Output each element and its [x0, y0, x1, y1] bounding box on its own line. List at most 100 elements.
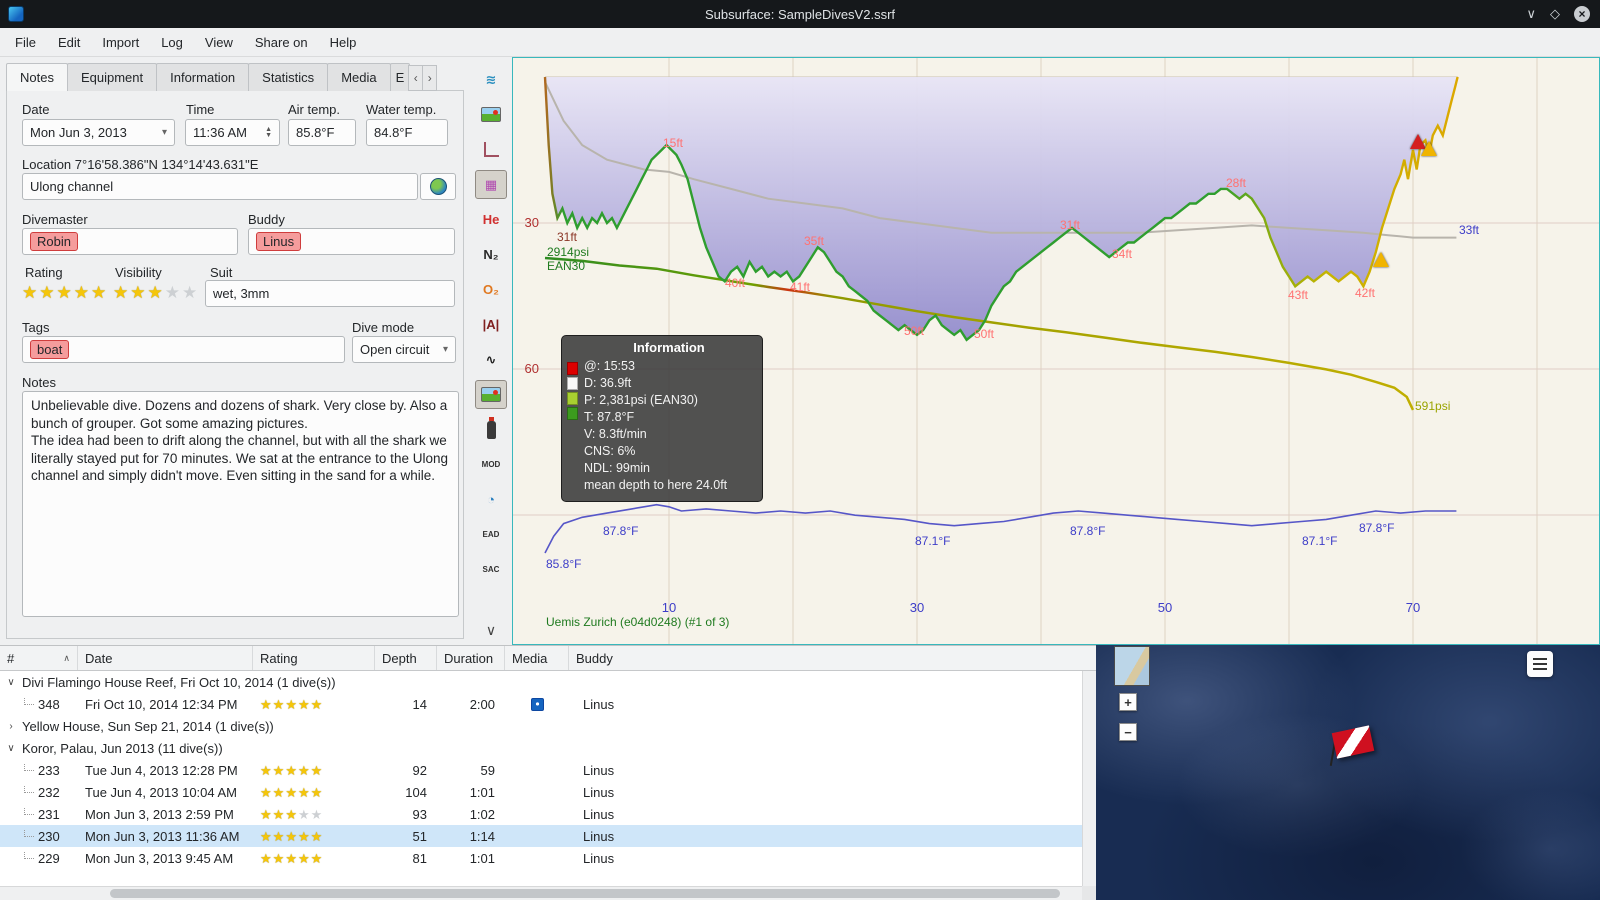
dive-site-map[interactable]: + −: [1096, 645, 1600, 900]
vertical-scrollbar[interactable]: [1082, 671, 1096, 886]
menu-file[interactable]: File: [4, 31, 47, 54]
air-temp-field[interactable]: [288, 119, 356, 146]
map-location-button[interactable]: [420, 173, 456, 200]
dive-mode-select[interactable]: Open circuit ▾: [352, 336, 456, 363]
divemaster-chip[interactable]: Robin: [30, 232, 78, 251]
heart-rate-icon[interactable]: ∿: [475, 345, 507, 374]
dive-row[interactable]: 230 Mon Jun 3, 2013 11:36 AM ★ ★ ★ ★ ★ 51 1:14 Li…: [0, 825, 1082, 847]
trip-row[interactable]: ∨ Divi Flamingo House Reef, Fri Oct 10, 2…: [0, 671, 1082, 693]
visibility-label: Visibility: [115, 265, 162, 280]
scale-icon[interactable]: [475, 135, 507, 164]
tab-extra-info[interactable]: E: [389, 63, 411, 91]
dive-computer-ceiling-icon[interactable]: ▦: [475, 170, 507, 199]
nitrogen-graph-icon[interactable]: N₂: [475, 240, 507, 269]
toolbar-collapse-icon[interactable]: ∨: [486, 622, 496, 639]
collapse-icon[interactable]: ∨: [5, 743, 17, 754]
tab-equipment[interactable]: Equipment: [66, 63, 158, 91]
tab-scroll-right-button[interactable]: ›: [422, 65, 438, 91]
scrollbar-thumb[interactable]: [110, 889, 1060, 898]
tab-information[interactable]: Information: [156, 63, 250, 91]
oxygen-graph-icon[interactable]: O₂: [475, 275, 507, 304]
swimmer-icon[interactable]: ≋: [475, 65, 507, 94]
map-overview-inset[interactable]: [1114, 646, 1150, 686]
menu-log[interactable]: Log: [150, 31, 194, 54]
notes-textarea[interactable]: Unbelievable dive. Dozens and dozens of …: [22, 391, 459, 617]
tag-chip[interactable]: boat: [30, 340, 70, 359]
column-header-media[interactable]: Media: [505, 646, 569, 670]
menubar: File Edit Import Log View Share on Help: [0, 28, 1600, 57]
map-zoom-out-button[interactable]: −: [1119, 723, 1137, 741]
dive-row[interactable]: 229 Mon Jun 3, 2013 9:45 AM ★ ★ ★ ★ ★ 81 1:01 Lin…: [0, 847, 1082, 869]
date-select[interactable]: Mon Jun 3, 2013 ▾: [22, 119, 175, 146]
horizontal-scrollbar[interactable]: [0, 886, 1082, 900]
mod-icon[interactable]: MOD: [475, 450, 507, 479]
buddy-chip[interactable]: Linus: [256, 232, 302, 251]
column-header-buddy[interactable]: Buddy: [569, 646, 1096, 670]
star-icon: ★: [285, 851, 297, 865]
column-header-depth[interactable]: Depth: [375, 646, 437, 670]
menu-import[interactable]: Import: [91, 31, 150, 54]
menu-share-on[interactable]: Share on: [244, 31, 319, 54]
dive-flag-marker[interactable]: [1331, 725, 1375, 759]
dc-reported-ceiling-icon[interactable]: ◔: [475, 485, 507, 514]
buddy-field[interactable]: Linus: [248, 228, 455, 255]
water-temp-field[interactable]: [366, 119, 448, 146]
pictures-toggle-icon[interactable]: [475, 380, 507, 409]
air-graph-icon[interactable]: |A|: [475, 310, 507, 339]
menu-edit[interactable]: Edit: [47, 31, 91, 54]
media-icon[interactable]: [530, 697, 544, 711]
dive-date: Tue Jun 4, 2013 12:28 PM: [85, 762, 238, 778]
sac-icon[interactable]: SAC: [475, 555, 507, 584]
dive-row[interactable]: 232 Tue Jun 4, 2013 10:04 AM ★ ★ ★ ★ ★ 104 1:01 L…: [0, 781, 1082, 803]
column-header-number[interactable]: # ∧: [0, 646, 78, 670]
rating-stars[interactable]: ★ ★ ★ ★ ★: [22, 284, 106, 301]
sort-ascending-icon: ∧: [63, 652, 70, 663]
expand-icon[interactable]: ›: [5, 721, 17, 732]
gas-bottle-icon[interactable]: [475, 415, 507, 444]
oxygen-graph-icon-glyph: O₂: [483, 282, 499, 297]
dive-depth: 93: [412, 806, 427, 822]
trip-row[interactable]: ∨ Koror, Palau, Jun 2013 (11 dive(s)): [0, 737, 1082, 759]
map-zoom-in-button[interactable]: +: [1119, 693, 1137, 711]
menu-help[interactable]: Help: [319, 31, 368, 54]
visibility-stars[interactable]: ★ ★ ★ ★ ★: [113, 284, 197, 301]
location-label: Location 7°16'58.386"N 134°14'43.631"E: [22, 157, 259, 172]
collapse-icon[interactable]: ∨: [5, 677, 17, 688]
minimize-button[interactable]: ∨: [1526, 6, 1536, 22]
trip-row[interactable]: › Yellow House, Sun Sep 21, 2014 (1 dive(…: [0, 715, 1082, 737]
menu-view[interactable]: View: [194, 31, 244, 54]
dive-depth: 51: [412, 828, 427, 844]
tab-statistics[interactable]: Statistics: [248, 63, 329, 91]
tree-line-icon: [24, 806, 34, 815]
helium-graph-icon[interactable]: He: [475, 205, 507, 234]
dive-buddy: Linus: [583, 784, 615, 800]
suit-field[interactable]: [205, 280, 455, 307]
close-button[interactable]: ×: [1574, 6, 1590, 22]
spinner-arrows-icon[interactable]: ▲ ▼: [265, 126, 272, 139]
dive-row[interactable]: 231 Mon Jun 3, 2013 2:59 PM ★ ★ ★ ★ ★ 93 1:02 Lin…: [0, 803, 1082, 825]
tab-scroll-left-button[interactable]: ‹: [408, 65, 424, 91]
column-header-duration[interactable]: Duration: [437, 646, 505, 670]
location-field[interactable]: [22, 173, 418, 200]
trip-label: Koror, Palau, Jun 2013 (11 dive(s)): [22, 740, 223, 756]
time-spinner[interactable]: 11:36 AM ▲ ▼: [185, 119, 280, 146]
tags-field[interactable]: boat: [22, 336, 345, 363]
divemaster-field[interactable]: Robin: [22, 228, 238, 255]
photos-icon[interactable]: [475, 100, 507, 129]
dive-row[interactable]: 348 Fri Oct 10, 2014 12:34 PM ★ ★ ★ ★ ★ 14 2:00 L…: [0, 693, 1082, 715]
column-header-date[interactable]: Date: [78, 646, 253, 670]
tab-media[interactable]: Media: [327, 63, 391, 91]
dive-mode-value: Open circuit: [360, 342, 430, 357]
dive-row[interactable]: 233 Tue Jun 4, 2013 12:28 PM ★ ★ ★ ★ ★ 92 59 Linu…: [0, 759, 1082, 781]
tab-notes[interactable]: Notes: [6, 63, 68, 91]
dive-buddy: Linus: [583, 828, 615, 844]
maximize-button[interactable]: ◇: [1550, 6, 1560, 22]
dive-number: 348: [0, 696, 78, 712]
tree-line-icon: [24, 784, 34, 793]
column-header-rating[interactable]: Rating: [253, 646, 375, 670]
star-icon: ★: [260, 697, 272, 711]
info-box-legend-stripe: [567, 362, 578, 422]
map-menu-button[interactable]: [1527, 651, 1553, 677]
ead-icon[interactable]: EAD: [475, 520, 507, 549]
buddy-label: Buddy: [248, 212, 285, 227]
